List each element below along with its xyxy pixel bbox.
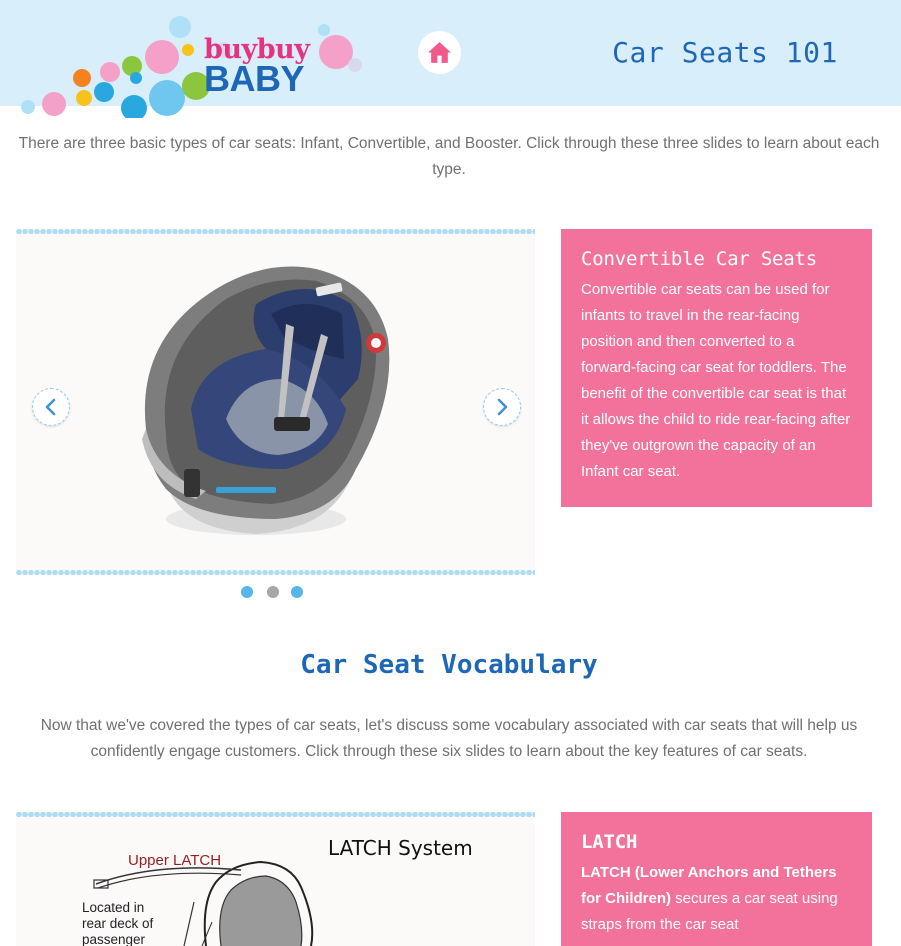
located-label: Located in rear deck of passenger bbox=[82, 900, 153, 946]
convertible-info-panel: Convertible Car Seats Convertible car se… bbox=[561, 229, 872, 507]
located-line-1: Located in bbox=[82, 900, 145, 915]
slide-dot-1[interactable] bbox=[241, 586, 253, 598]
intro-paragraph: There are three basic types of car seats… bbox=[18, 135, 880, 178]
page-title: Car Seats 101 bbox=[612, 36, 838, 69]
home-icon bbox=[428, 42, 451, 63]
logo-bubbles bbox=[21, 16, 362, 118]
chevron-left-icon bbox=[45, 398, 56, 416]
buybuy-baby-logo[interactable]: buybuy BABY bbox=[14, 14, 374, 118]
header-bar: buybuy BABY Car Seats 101 bbox=[0, 0, 901, 118]
home-button[interactable] bbox=[418, 31, 461, 74]
located-line-2: rear deck of bbox=[82, 916, 154, 931]
latch-info-panel: LATCH LATCH (Lower Anchors and Tethers f… bbox=[561, 812, 872, 946]
vocabulary-slider: LATCH System Upper LATCH Located in rear… bbox=[16, 812, 535, 946]
upper-latch-label: Upper LATCH bbox=[128, 852, 222, 869]
info-panel-body: LATCH (Lower Anchors and Tethers for Chi… bbox=[581, 860, 852, 938]
located-line-3: passenger bbox=[82, 932, 146, 946]
info-panel-title: Convertible Car Seats bbox=[581, 248, 818, 270]
chevron-right-icon bbox=[497, 398, 508, 416]
slider-next-button[interactable] bbox=[483, 388, 521, 426]
info-panel-title: LATCH bbox=[581, 831, 638, 853]
slide-dot-3[interactable] bbox=[291, 586, 303, 598]
brand-line-2: BABY bbox=[204, 58, 305, 99]
slider-top-border-overlay bbox=[16, 812, 535, 817]
latch-diagram-title: LATCH System bbox=[328, 836, 473, 860]
slider-bottom-border bbox=[16, 570, 535, 575]
vocabulary-heading: Car Seat Vocabulary bbox=[300, 650, 598, 680]
car-seat-types-slider bbox=[16, 229, 535, 575]
info-panel-body: Convertible car seats can be used for in… bbox=[581, 281, 851, 480]
convertible-car-seat-photo bbox=[142, 266, 390, 535]
slide-dot-2[interactable] bbox=[267, 586, 279, 598]
slider-prev-button[interactable] bbox=[32, 388, 70, 426]
vocabulary-intro: Now that we've covered the types of car … bbox=[40, 717, 858, 760]
